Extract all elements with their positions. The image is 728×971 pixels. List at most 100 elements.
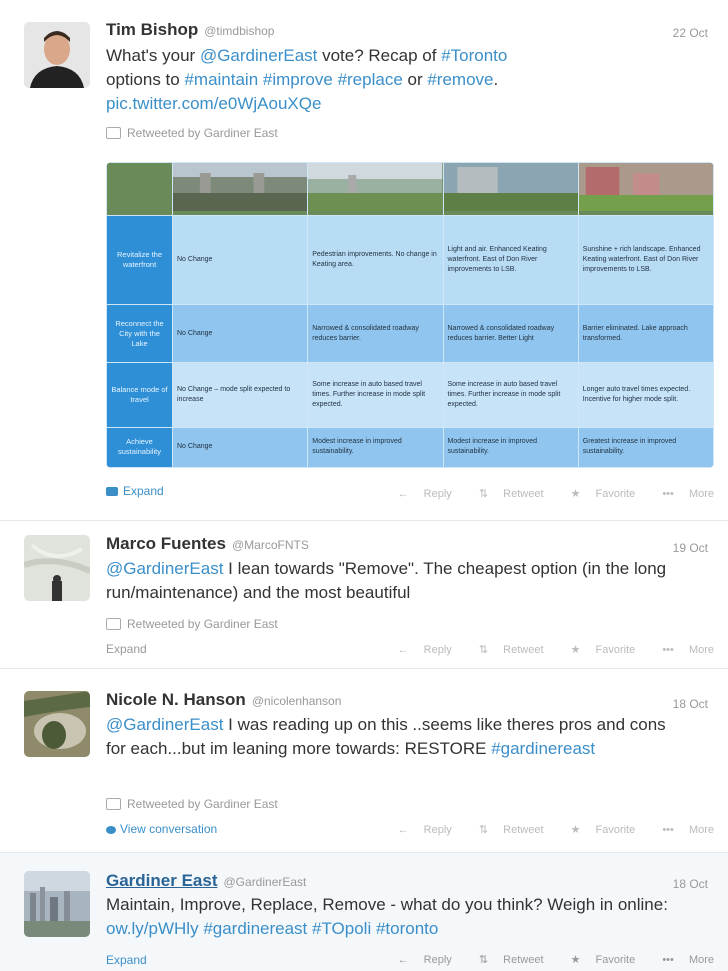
retweeted-by: Retweeted by Gardiner East	[106, 797, 278, 811]
mention-link[interactable]: @GardinerEast	[106, 715, 223, 734]
reply-arrow-icon: ←	[397, 488, 409, 500]
mention-link[interactable]: @GardinerEast	[200, 46, 317, 65]
tweet-2[interactable]: Marco Fuentes @MarcoFNTS 19 Oct @Gardiner…	[0, 520, 728, 669]
tweet-3[interactable]: Nicole N. Hanson @nicolenhanson 18 Oct @G…	[0, 668, 728, 853]
url-link[interactable]: ow.ly/pWHly	[106, 919, 199, 938]
retweet-icon: ⇅	[478, 488, 489, 500]
favorite-button[interactable]: ★ Favorite	[559, 824, 636, 836]
favorite-button[interactable]: ★ Favorite	[559, 954, 636, 966]
speech-bubble-icon	[106, 825, 116, 834]
hashtag-link[interactable]: #TOpoli	[312, 919, 371, 938]
tweet-4[interactable]: Gardiner East @GardinerEast 18 Oct Mainta…	[0, 852, 728, 971]
retweet-button[interactable]: ⇅ Retweet	[467, 488, 544, 500]
retweet-badge-icon	[106, 617, 121, 630]
reply-button[interactable]: ← Reply	[386, 488, 452, 500]
tweet-text: @GardinerEast I lean towards "Remove". T…	[106, 559, 667, 602]
author-handle[interactable]: @GardinerEast	[224, 875, 307, 889]
table-cell: Pedestrian improvements. No change in Ke…	[307, 215, 444, 305]
table-cell: Greatest increase in improved sustainabi…	[577, 426, 714, 468]
tweet-text: What's your @GardinerEast vote? Recap of…	[106, 46, 508, 113]
author-name[interactable]: Marco Fuentes	[106, 534, 226, 553]
avatar-image	[24, 22, 90, 88]
table-cell: Sunshine + rich landscape. Enhanced Keat…	[577, 215, 714, 305]
expand-link[interactable]: Expand	[106, 484, 164, 498]
tweet-date[interactable]: 22 Oct	[673, 26, 708, 40]
retweet-icon: ⇅	[478, 644, 489, 656]
more-button[interactable]: ••• More	[650, 644, 714, 656]
mention-link[interactable]: @GardinerEast	[106, 559, 223, 578]
row-header: Revitalize the waterfront	[106, 215, 173, 305]
pic-link[interactable]: pic.twitter.com/e0WjAouXQe	[106, 94, 321, 113]
more-button[interactable]: ••• More	[650, 824, 714, 836]
avatar[interactable]	[24, 871, 90, 937]
retweet-icon: ⇅	[478, 824, 489, 836]
hashtag-link[interactable]: #toronto	[376, 919, 438, 938]
table-cell: No Change	[171, 303, 309, 364]
avatar-image	[24, 691, 90, 757]
photo-icon	[106, 487, 118, 497]
retweet-badge-icon	[106, 797, 121, 810]
retweet-button[interactable]: ⇅ Retweet	[467, 824, 544, 836]
tweet-actions: ← Reply ⇅ Retweet ★ Favorite ••• More	[374, 823, 714, 836]
avatar[interactable]	[24, 22, 90, 88]
table-cell: Some increase in auto based travel times…	[442, 362, 579, 428]
avatar[interactable]	[24, 535, 90, 601]
favorite-button[interactable]: ★ Favorite	[559, 644, 636, 656]
author-handle[interactable]: @timdbishop	[204, 24, 274, 38]
star-icon: ★	[570, 644, 581, 656]
retweet-button[interactable]: ⇅ Retweet	[467, 954, 544, 966]
favorite-button[interactable]: ★ Favorite	[559, 488, 636, 500]
tweet-date[interactable]: 19 Oct	[673, 541, 708, 555]
hashtag-link[interactable]: #replace	[338, 70, 403, 89]
retweet-badge-icon	[106, 126, 121, 139]
hashtag-link[interactable]: #improve	[263, 70, 333, 89]
author[interactable]: Marco Fuentes @MarcoFNTS	[106, 534, 309, 554]
view-conversation-link[interactable]: View conversation	[106, 822, 217, 836]
table-corner	[106, 162, 173, 217]
retweeted-by: Retweeted by Gardiner East	[106, 126, 278, 140]
author-name[interactable]: Gardiner East	[106, 871, 218, 890]
tweet-actions: ← Reply ⇅ Retweet ★ Favorite ••• More	[374, 953, 714, 966]
reply-button[interactable]: ← Reply	[386, 644, 452, 656]
author-name[interactable]: Nicole N. Hanson	[106, 690, 246, 709]
embedded-image-table[interactable]: Revitalize the waterfront No Change Pede…	[106, 162, 714, 468]
tweet-text: @GardinerEast I was reading up on this .…	[106, 715, 666, 758]
reply-button[interactable]: ← Reply	[386, 824, 452, 836]
author[interactable]: Tim Bishop @timdbishop	[106, 20, 274, 40]
author[interactable]: Gardiner East @GardinerEast	[106, 871, 306, 891]
tweet-date[interactable]: 18 Oct	[673, 877, 708, 891]
expand-link[interactable]: Expand	[106, 642, 147, 656]
table-cell: Modest increase in improved sustainabili…	[307, 426, 444, 468]
table-cell: No Change	[171, 426, 309, 468]
table-cell: No Change	[171, 215, 309, 305]
tweet-1[interactable]: Tim Bishop @timdbishop 22 Oct What's your…	[0, 0, 728, 520]
retweet-button[interactable]: ⇅ Retweet	[467, 644, 544, 656]
row-header: Balance mode of travel	[106, 362, 173, 428]
reply-arrow-icon: ←	[397, 644, 409, 656]
reply-arrow-icon: ←	[397, 824, 409, 836]
ellipsis-icon: •••	[662, 488, 674, 500]
hashtag-link[interactable]: #Toronto	[441, 46, 507, 65]
author-name[interactable]: Tim Bishop	[106, 20, 198, 39]
option-photo-remove	[577, 162, 714, 217]
reply-button[interactable]: ← Reply	[386, 954, 452, 966]
hashtag-link[interactable]: #gardinereast	[491, 739, 595, 758]
hashtag-link[interactable]: #remove	[427, 70, 493, 89]
ellipsis-icon: •••	[662, 644, 674, 656]
author[interactable]: Nicole N. Hanson @nicolenhanson	[106, 690, 341, 710]
option-photo-maintain	[171, 162, 309, 217]
table-cell: No Change – mode split expected to incre…	[171, 362, 309, 428]
expand-link[interactable]: Expand	[106, 953, 147, 967]
author-handle[interactable]: @nicolenhanson	[252, 694, 342, 708]
more-button[interactable]: ••• More	[650, 488, 714, 500]
tweet-date[interactable]: 18 Oct	[673, 697, 708, 711]
more-button[interactable]: ••• More	[650, 954, 714, 966]
hashtag-link[interactable]: #maintain	[184, 70, 258, 89]
star-icon: ★	[570, 488, 581, 500]
author-handle[interactable]: @MarcoFNTS	[232, 538, 309, 552]
avatar-image	[24, 535, 90, 601]
retweeted-by: Retweeted by Gardiner East	[106, 617, 278, 631]
avatar[interactable]	[24, 691, 90, 757]
option-photo-replace	[442, 162, 579, 217]
hashtag-link[interactable]: #gardinereast	[203, 919, 307, 938]
